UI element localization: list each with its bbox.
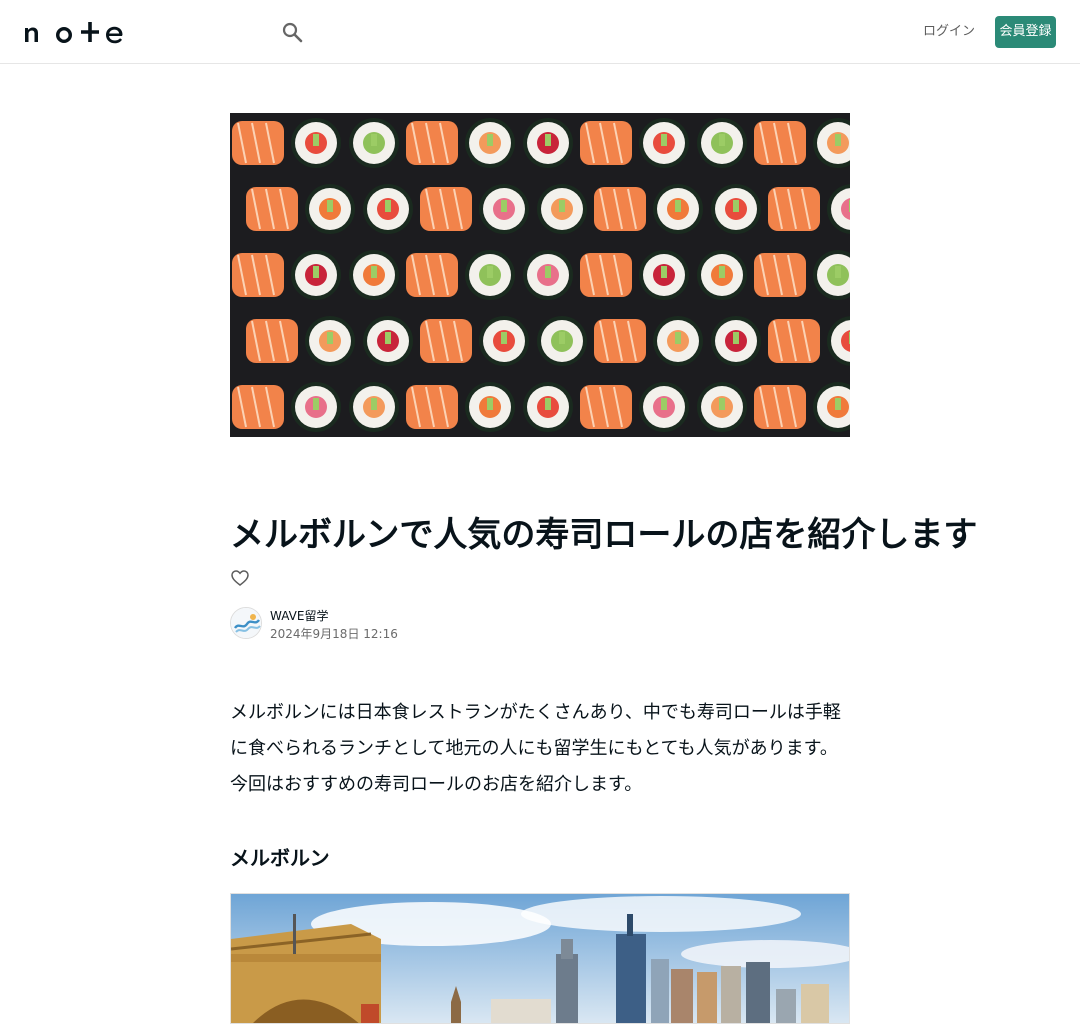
section-image xyxy=(230,893,850,1024)
hero-image xyxy=(230,113,850,437)
site-header: ログイン 会員登録 xyxy=(0,0,1080,64)
melbourne-city-skyline-photo xyxy=(231,894,849,1023)
article-body: メルボルンには日本食レストランがたくさんあり、中でも寿司ロールは手軽に食べられる… xyxy=(230,695,850,803)
post-date: 2024年9月18日 12:16 xyxy=(270,627,398,641)
section-heading: メルボルン xyxy=(230,846,330,870)
login-link[interactable]: ログイン xyxy=(920,18,978,46)
article-title: メルボルンで人気の寿司ロールの店を紹介します xyxy=(230,515,978,555)
paragraph: メルボルンには日本食レストランがたくさんあり、中でも寿司ロールは手軽に食べられる… xyxy=(230,702,841,759)
paragraph: 今回はおすすめの寿司ロールのお店を紹介します。 xyxy=(230,774,643,795)
author-avatar[interactable] xyxy=(230,607,262,639)
signup-button[interactable]: 会員登録 xyxy=(995,16,1056,48)
search-icon[interactable] xyxy=(280,20,304,44)
author-name[interactable]: WAVE留学 xyxy=(270,608,328,624)
wave-avatar-icon xyxy=(231,608,261,638)
note-logo[interactable] xyxy=(24,20,124,44)
sushi-rolls-photo xyxy=(230,113,850,437)
heart-outline-icon[interactable] xyxy=(230,568,250,588)
